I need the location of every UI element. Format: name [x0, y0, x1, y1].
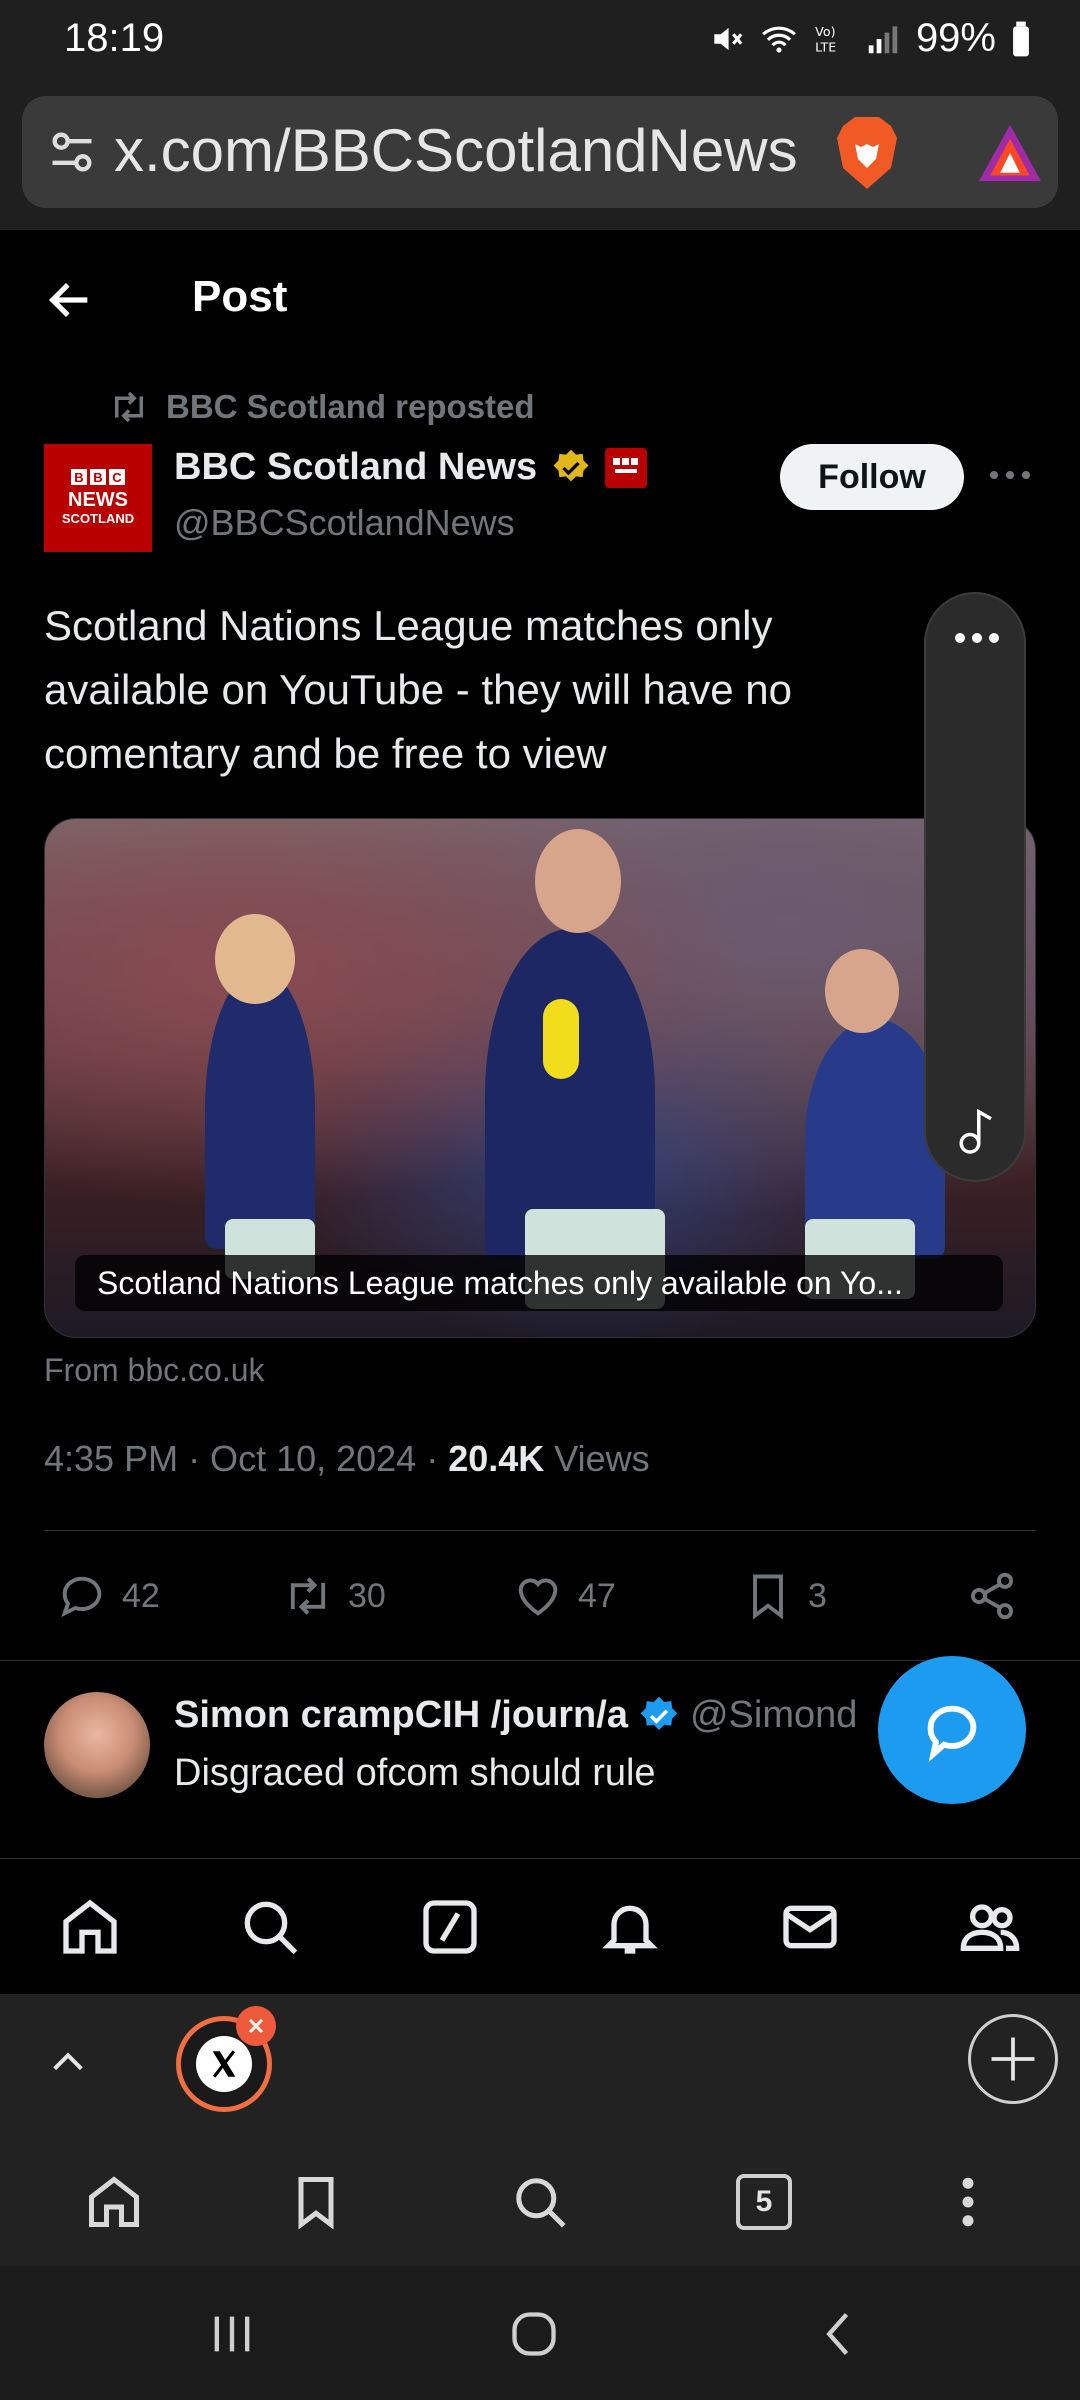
reply-avatar[interactable] — [44, 1692, 150, 1798]
status-time: 18:19 — [64, 16, 165, 60]
media-caption: Scotland Nations League matches only ava… — [75, 1255, 1003, 1311]
signal-icon — [868, 25, 898, 53]
reply-count: 42 — [122, 1576, 160, 1615]
player-head-center — [535, 829, 621, 933]
page-title: Post — [192, 272, 288, 321]
home-icon[interactable] — [58, 1895, 122, 1959]
verified-blue-badge-icon — [640, 1696, 678, 1730]
bookmark-count: 3 — [808, 1576, 827, 1615]
divider — [0, 1660, 1080, 1661]
reply-author-row[interactable]: Simon crampCIH /journ/a @Simond — [174, 1694, 884, 1737]
floating-media-panel[interactable] — [924, 592, 1026, 1182]
more-options-icon[interactable] — [986, 462, 1034, 488]
brave-shields-icon[interactable] — [830, 114, 904, 192]
share-icon — [970, 1572, 1014, 1620]
affiliate-badge-icon — [605, 447, 648, 488]
communities-icon[interactable] — [958, 1895, 1022, 1959]
new-tab-icon[interactable] — [968, 2014, 1058, 2104]
battery-icon — [1013, 21, 1029, 56]
repost-count: 30 — [348, 1576, 386, 1615]
tab-count-button[interactable]: 5 — [736, 2174, 792, 2230]
wifi-icon — [762, 26, 796, 53]
battery-percent: 99% — [915, 16, 996, 60]
browser-search-icon[interactable] — [510, 2172, 570, 2232]
post-text: Scotland Nations League matches only ava… — [44, 602, 792, 777]
player-figure — [205, 969, 315, 1249]
bbc-logo: B B C — [71, 469, 125, 485]
grok-icon[interactable] — [418, 1895, 482, 1959]
browser-home-icon[interactable] — [84, 2172, 144, 2232]
repost-icon — [290, 1577, 326, 1615]
notifications-bell-icon[interactable] — [598, 1895, 662, 1959]
reply-button[interactable]: 42 — [56, 1570, 160, 1622]
link-preview-card[interactable]: Scotland Nations League matches only ava… — [44, 818, 1036, 1338]
music-note-icon[interactable] — [956, 1106, 998, 1156]
post-meta: 4:35 PM · Oct 10, 2024 · 20.4K Views — [44, 1438, 650, 1480]
brave-rewards-icon[interactable] — [974, 122, 1046, 184]
chevron-up-icon[interactable] — [48, 2042, 88, 2082]
mute-icon — [714, 27, 743, 50]
post-actions: 42 30 47 3 — [0, 1560, 1080, 1632]
reply-icon — [61, 1576, 102, 1618]
views-count: 20.4K — [448, 1438, 545, 1479]
volte-icon: Vo)LTE — [815, 23, 836, 54]
back-arrow-icon[interactable] — [44, 274, 96, 326]
close-tab-icon[interactable] — [236, 2006, 276, 2046]
search-icon[interactable] — [238, 1895, 302, 1959]
reply-author-name[interactable]: Simon crampCIH /journ/a — [174, 1694, 628, 1737]
divider — [44, 1530, 1036, 1531]
author-avatar[interactable]: B B C NEWS SCOTLAND — [44, 444, 152, 552]
sponsor-logo — [543, 999, 579, 1079]
reply-text: Disgraced ofcom should rule — [174, 1752, 656, 1794]
repost-button[interactable]: 30 — [282, 1570, 386, 1622]
browser-address-bar: x.com/BBCScotlandNews — [0, 80, 1080, 230]
player-head — [215, 914, 295, 1004]
like-button[interactable]: 47 — [512, 1570, 616, 1622]
svg-text:LTE: LTE — [815, 39, 836, 54]
x-bottom-nav — [0, 1858, 1080, 1994]
browser-menu-icon[interactable] — [938, 2172, 998, 2232]
repost-label: BBC Scotland reposted — [166, 388, 535, 425]
author-name[interactable]: BBC Scotland News — [174, 446, 537, 489]
link-source[interactable]: From bbc.co.uk — [44, 1352, 265, 1389]
more-options-icon[interactable] — [952, 630, 1002, 646]
author-handle[interactable]: @BBCScotlandNews — [174, 502, 515, 544]
post-header: Post — [0, 230, 1080, 370]
reply-author-handle[interactable]: @Simond — [690, 1694, 857, 1737]
browser-bottom-toolbar: 5 — [0, 2134, 1080, 2266]
repost-indicator[interactable]: BBC Scotland reposted — [108, 388, 535, 426]
compose-reply-button[interactable] — [878, 1656, 1026, 1804]
status-icons: Vo) LTE 99% — [708, 16, 1032, 61]
player-head-right — [825, 949, 899, 1033]
svg-text:Vo): Vo) — [815, 23, 835, 38]
back-button-icon[interactable] — [814, 2308, 866, 2360]
heart-icon — [518, 1578, 558, 1616]
views-label: Views — [544, 1438, 650, 1479]
author-name-row[interactable]: BBC Scotland News — [174, 446, 648, 489]
site-settings-icon[interactable] — [46, 126, 98, 178]
browser-bookmark-icon[interactable] — [286, 2172, 346, 2232]
url-field[interactable]: x.com/BBCScotlandNews — [22, 96, 1058, 208]
x-logo-icon — [196, 2036, 252, 2092]
post-timestamp: 4:35 PM · Oct 10, 2024 · — [44, 1438, 449, 1479]
reply-bubble-icon — [927, 1705, 977, 1762]
messages-envelope-icon[interactable] — [778, 1895, 842, 1959]
system-nav-bar — [0, 2266, 1080, 2400]
bookmark-button[interactable]: 3 — [742, 1570, 827, 1622]
recent-apps-icon[interactable] — [206, 2308, 258, 2360]
home-button-icon[interactable] — [508, 2308, 560, 2360]
share-button[interactable] — [966, 1570, 1018, 1622]
like-count: 47 — [578, 1576, 616, 1615]
url-text[interactable]: x.com/BBCScotlandNews — [114, 116, 826, 185]
follow-button[interactable]: Follow — [780, 444, 964, 510]
status-bar: 18:19 Vo) LTE 99% — [0, 0, 1080, 80]
tab-switcher-strip — [0, 1994, 1080, 2134]
repost-icon — [115, 391, 143, 423]
verified-gold-badge-icon — [553, 449, 589, 481]
bookmark-icon — [753, 1574, 783, 1620]
